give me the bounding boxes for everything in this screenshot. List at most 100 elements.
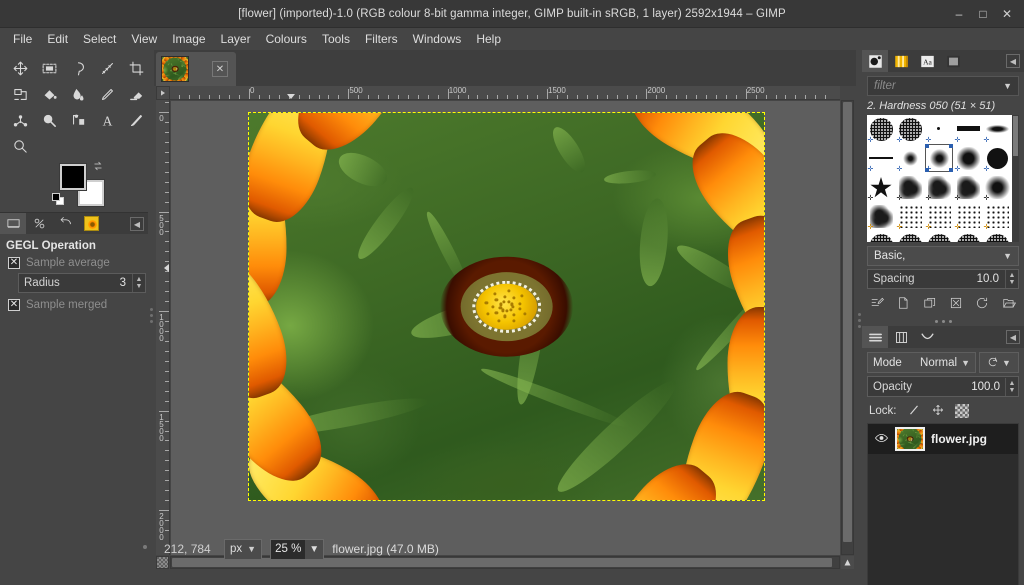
menu-filters[interactable]: Filters — [358, 29, 405, 49]
sample-average-row[interactable]: ✕ Sample average — [8, 257, 142, 269]
lock-position-button[interactable] — [931, 403, 945, 420]
left-dock-menu-button[interactable]: ◀ — [130, 217, 144, 231]
new-brush-button[interactable] — [896, 296, 910, 313]
ruler-tick — [358, 95, 360, 99]
chevron-down-icon[interactable]: ▼ — [1003, 81, 1012, 91]
tool-options-tab[interactable] — [0, 212, 26, 235]
default-colors-icon[interactable] — [52, 193, 65, 206]
menu-image[interactable]: Image — [165, 29, 212, 49]
sample-merged-checkbox[interactable]: ✕ — [8, 299, 20, 311]
lock-alpha-button[interactable] — [954, 404, 969, 418]
zoom-tool[interactable] — [6, 134, 34, 159]
color-picker-tool[interactable] — [35, 108, 63, 133]
vertical-ruler[interactable]: 0 500 1000 1500 2000 — [156, 100, 170, 555]
layer-mode-selector[interactable]: Mode Normal ▼ — [867, 352, 976, 373]
brush-cell[interactable] — [896, 231, 925, 242]
brush-filter-input[interactable]: filter ▼ — [867, 76, 1019, 96]
menu-view[interactable]: View — [124, 29, 164, 49]
opacity-stepper[interactable]: ▲ ▼ — [1005, 377, 1018, 396]
table-row[interactable]: flower.jpg — [868, 424, 1018, 454]
zoom-selector[interactable]: 25 % ▼ — [270, 538, 325, 560]
menu-windows[interactable]: Windows — [406, 29, 469, 49]
device-status-tab[interactable] — [26, 213, 52, 235]
image-tab-flower[interactable]: ✕ — [156, 52, 236, 86]
brush-spacing-spinner[interactable]: Spacing 10.0 ▲ ▼ — [867, 269, 1019, 289]
menu-colours[interactable]: Colours — [259, 29, 314, 49]
channels-tab[interactable] — [888, 326, 914, 348]
paintbrush-tool[interactable] — [122, 108, 150, 133]
vertical-scrollbar[interactable] — [841, 100, 854, 555]
free-select-tool[interactable] — [64, 56, 92, 81]
vertical-scroll-thumb[interactable] — [843, 102, 852, 542]
brush-grid-scrollbar[interactable] — [1012, 115, 1019, 242]
smudge-tool[interactable] — [64, 82, 92, 107]
layer-opacity-slider[interactable]: Opacity 100.0 ▲ ▼ — [867, 376, 1019, 397]
unit-selector[interactable]: px ▼ — [224, 538, 263, 560]
paths-tab[interactable] — [914, 326, 940, 348]
layers-dock-menu-button[interactable]: ◀ — [1006, 330, 1020, 344]
brush-cell[interactable] — [954, 231, 983, 242]
layers-tab[interactable] — [862, 326, 888, 348]
canvas[interactable] — [171, 101, 840, 555]
image-tab-close-icon[interactable]: ✕ — [212, 61, 228, 77]
paths-tool[interactable] — [6, 108, 34, 133]
ruler-tick — [576, 95, 578, 99]
bucket-fill-tool[interactable] — [35, 82, 63, 107]
minimize-button[interactable]: – — [948, 3, 970, 25]
brush-grid[interactable]: ✛✛✛✛✛✛✛✛✛✛✛✛✛✛✛✛✛✛✛✛✛✛✛✛✛ — [867, 115, 1012, 242]
pencil-tool[interactable] — [93, 82, 121, 107]
patterns-tab[interactable] — [888, 50, 914, 72]
menu-file[interactable]: File — [6, 29, 39, 49]
refresh-brushes-button[interactable] — [975, 296, 989, 313]
brush-cell[interactable] — [925, 231, 954, 242]
maximize-button[interactable]: □ — [972, 3, 994, 25]
rectangle-select-tool[interactable] — [35, 56, 63, 81]
image-canvas-selection[interactable] — [248, 112, 765, 501]
brush-cell[interactable] — [983, 231, 1012, 242]
fonts-tab[interactable]: Aa — [914, 50, 940, 72]
spacing-stepper[interactable]: ▲ ▼ — [1005, 270, 1018, 288]
menu-tools[interactable]: Tools — [315, 29, 357, 49]
radius-spinner[interactable]: Radius 3 ▲ ▼ — [18, 273, 146, 293]
edit-brush-button[interactable] — [870, 296, 885, 313]
brushes-dock-menu-button[interactable]: ◀ — [1006, 54, 1020, 68]
menu-layer[interactable]: Layer — [214, 29, 258, 49]
move-tool[interactable] — [6, 56, 34, 81]
foreground-color-swatch[interactable] — [60, 164, 86, 190]
opacity-track[interactable] — [917, 386, 967, 387]
delete-brush-button[interactable] — [949, 296, 963, 313]
layer-visibility-icon[interactable] — [874, 432, 889, 447]
menu-edit[interactable]: Edit — [40, 29, 75, 49]
align-tool[interactable] — [64, 108, 92, 133]
menu-select[interactable]: Select — [76, 29, 123, 49]
eraser-tool[interactable] — [122, 82, 150, 107]
chevron-down-icon[interactable]: ▼ — [1002, 358, 1011, 368]
brush-scroll-thumb[interactable] — [1013, 116, 1018, 156]
horizontal-ruler[interactable]: 0 500 1000 1500 2000 2500 — [170, 86, 840, 100]
undo-history-tab[interactable] — [52, 213, 78, 235]
brush-tag-selector[interactable]: Basic, ▼ — [867, 246, 1019, 266]
swap-colors-icon[interactable] — [92, 160, 104, 172]
sample-average-checkbox[interactable]: ✕ — [8, 257, 20, 269]
crop-tool[interactable] — [122, 56, 150, 81]
menu-help[interactable]: Help — [469, 29, 508, 49]
brush-cell[interactable] — [867, 231, 896, 242]
gradients-tab[interactable] — [940, 50, 966, 72]
text-tool[interactable]: A — [93, 108, 121, 133]
dock-resize-handle[interactable] — [862, 316, 1024, 326]
lock-pixels-button[interactable] — [907, 403, 921, 420]
layer-mode-switch-button[interactable]: ▼ — [979, 352, 1019, 373]
close-button[interactable]: ✕ — [996, 3, 1018, 25]
transform-tool[interactable] — [6, 82, 34, 107]
zoom-value[interactable]: 25 % — [271, 539, 306, 559]
measure-tool[interactable] — [93, 56, 121, 81]
brushes-tab[interactable] — [862, 50, 888, 72]
ruler-origin-button[interactable] — [156, 86, 170, 100]
open-brush-as-image-button[interactable] — [1002, 296, 1016, 313]
duplicate-brush-button[interactable] — [923, 296, 937, 313]
images-tab[interactable] — [78, 213, 104, 235]
layer-list[interactable]: flower.jpg — [867, 423, 1019, 585]
chevron-down-icon[interactable]: ▼ — [305, 544, 323, 555]
sample-merged-row[interactable]: ✕ Sample merged — [8, 299, 142, 311]
radius-stepper[interactable]: ▲ ▼ — [132, 274, 145, 292]
